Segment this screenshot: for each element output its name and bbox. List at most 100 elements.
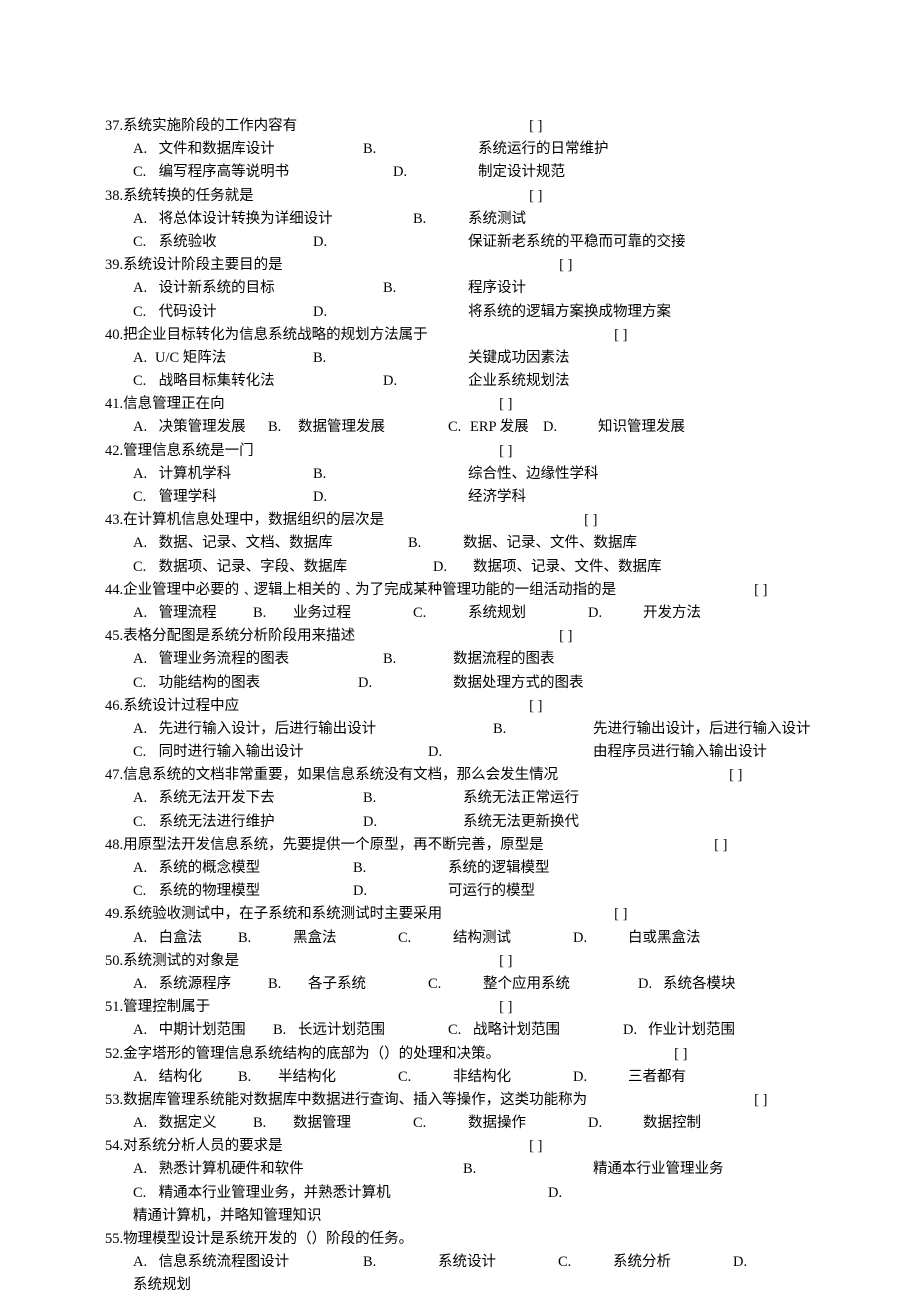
question-stem: 43.在计算机信息处理中，数据组织的层次是[ ] (105, 509, 830, 532)
option-text: 设计新系统的目标 (159, 280, 275, 296)
option: A. 文件和数据库设计 (133, 138, 363, 161)
option: 系统各模块 (663, 973, 736, 996)
option-row: A. 中期计划范围B.长远计划范围C.战略计划范围D.作业计划范围 (133, 1019, 830, 1042)
option-text: 同时进行输入输出设计 (159, 744, 304, 760)
option-text: 系统验收 (159, 234, 217, 250)
question-number: 51. (105, 999, 123, 1015)
question-block: 50.系统测试的对象是[ ]A. 系统源程序B.各子系统C.整个应用系统D.系统… (105, 950, 830, 996)
option-row: A. 数据定义B.数据管理C.数据操作D.数据控制 (133, 1112, 830, 1135)
option-label: C. (413, 1112, 468, 1135)
option-label: B. (268, 973, 308, 996)
option-label: A. (133, 416, 155, 439)
option: 长远计划范围 (298, 1019, 448, 1042)
option-label: A. (133, 1019, 155, 1042)
answer-bracket: [ ] (499, 950, 512, 973)
option-row: C. 代码设计D.将系统的逻辑方案换成物理方案 (133, 301, 830, 324)
option-label: C. (133, 880, 155, 903)
question-text: 信息系统的文档非常重要，如果信息系统没有文档，那么会发生情况 (123, 764, 729, 787)
option-row: A. 系统无法开发下去B.系统无法正常运行 (133, 787, 830, 810)
question-stem: 42.管理信息系统是一门[ ] (105, 440, 830, 463)
option: C.ERP 发展 (448, 416, 543, 439)
option-text: 知识管理发展 (598, 419, 685, 435)
option-label: B. (253, 1112, 293, 1135)
question-number: 54. (105, 1138, 123, 1154)
question-stem: 37.系统实施阶段的工作内容有[ ] (105, 115, 830, 138)
option-row: A. 计算机学科B.综合性、边缘性学科 (133, 463, 830, 486)
answer-bracket: [ ] (529, 115, 542, 138)
option-label: B. (313, 463, 468, 486)
option-text: 系统无法进行维护 (159, 814, 275, 830)
option-text: 熟悉计算机硬件和软件 (159, 1161, 304, 1177)
question-number: 43. (105, 512, 123, 528)
option-label: B. (413, 208, 468, 231)
option-text: 战略计划范围 (473, 1022, 560, 1038)
question-block: 54.对系统分析人员的要求是[ ]A. 熟悉计算机硬件和软件B.精通本行业管理业… (105, 1135, 830, 1228)
option-text: 数据流程的图表 (453, 651, 555, 667)
option-label: B. (408, 532, 463, 555)
question-text: 把企业目标转化为信息系统战略的规划方法属于 (123, 324, 614, 347)
option: C. 战略目标集转化法 (133, 370, 383, 393)
option-label: B. (313, 347, 468, 370)
question-block: 47.信息系统的文档非常重要，如果信息系统没有文档，那么会发生情况[ ]A. 系… (105, 764, 830, 834)
question-text: 系统验收测试中，在子系统和系统测试时主要采用 (123, 903, 614, 926)
option-text: 半结构化 (278, 1069, 336, 1085)
answer-bracket: [ ] (614, 324, 627, 347)
option-text: 系统的逻辑模型 (448, 860, 550, 876)
option-text: 数据管理 (293, 1115, 351, 1131)
option: A. 系统源程序 (133, 973, 268, 996)
question-text: 物理模型设计是系统开发的（）阶段的任务。 (123, 1228, 413, 1251)
option-text: 战略目标集转化法 (159, 373, 275, 389)
question-number: 42. (105, 443, 123, 459)
question-stem: 47.信息系统的文档非常重要，如果信息系统没有文档，那么会发生情况[ ] (105, 764, 830, 787)
option-text: 精通本行业管理业务 (593, 1161, 724, 1177)
option-text: 精通本行业管理业务，并熟悉计算机 (159, 1185, 391, 1201)
option: 关键成功因素法 (468, 347, 570, 370)
option-row: A.U/C 矩阵法B.关键成功因素法 (133, 347, 830, 370)
question-text: 系统转换的任务就是 (123, 185, 529, 208)
option: C. 编写程序高等说明书 (133, 161, 393, 184)
question-text: 信息管理正在向 (123, 393, 499, 416)
option-text: 长远计划范围 (298, 1022, 385, 1038)
option-label: D. (358, 672, 453, 695)
option: C. 系统无法进行维护 (133, 811, 363, 834)
question-stem: 44.企业管理中必要的﹑逻辑上相关的﹑为了完成某种管理功能的一组活动指的是[ ] (105, 579, 830, 602)
option-text: 各子系统 (308, 976, 366, 992)
option: 开发方法 (643, 602, 701, 625)
question-number: 40. (105, 327, 123, 343)
option-row: A. 文件和数据库设计B.系统运行的日常维护 (133, 138, 830, 161)
options-group: A. 系统的概念模型B.系统的逻辑模型C. 系统的物理模型D.可运行的模型 (105, 857, 830, 903)
option-label: C. (398, 927, 453, 950)
option-label: C. (448, 1019, 473, 1042)
option-text: 先进行输出设计，后进行输入设计 (593, 721, 811, 737)
option-text: 企业系统规划法 (468, 373, 570, 389)
question-block: 52.金字塔形的管理信息系统结构的底部为（）的处理和决策。[ ]A. 结构化B.… (105, 1043, 830, 1089)
option: C. 功能结构的图表 (133, 672, 358, 695)
option: 数据、记录、文件、数据库 (463, 532, 637, 555)
option: 数据管理 (293, 1112, 413, 1135)
option-row: A. 决策管理发展B.数据管理发展C.ERP 发展D.知识管理发展 (133, 416, 830, 439)
question-number: 41. (105, 396, 123, 412)
option-label: C. (558, 1251, 613, 1274)
option: A. 管理流程 (133, 602, 253, 625)
option-row: C. 战略目标集转化法D.企业系统规划法 (133, 370, 830, 393)
option-label: C. (413, 602, 468, 625)
option-text: 文件和数据库设计 (159, 141, 275, 157)
question-stem: 38.系统转换的任务就是[ ] (105, 185, 830, 208)
question-block: 40.把企业目标转化为信息系统战略的规划方法属于[ ]A.U/C 矩阵法B.关键… (105, 324, 830, 394)
option-row: C. 系统的物理模型D.可运行的模型 (133, 880, 830, 903)
question-number: 45. (105, 628, 123, 644)
option-text: 三者都有 (628, 1069, 686, 1085)
question-stem: 55.物理模型设计是系统开发的（）阶段的任务。 (105, 1228, 830, 1251)
option-row: C. 精通本行业管理业务，并熟悉计算机D.精通计算机，并略知管理知识 (133, 1182, 830, 1228)
option-text: 系统无法开发下去 (159, 790, 275, 806)
option: C. 代码设计 (133, 301, 313, 324)
option-text: 经济学科 (468, 489, 526, 505)
option: A. 信息系统流程图设计 (133, 1251, 363, 1274)
option: 精通本行业管理业务 (593, 1158, 724, 1181)
option-label: B. (463, 1158, 593, 1181)
option-text: 系统分析 (613, 1254, 671, 1270)
option-text: 整个应用系统 (483, 976, 570, 992)
question-stem: 41.信息管理正在向[ ] (105, 393, 830, 416)
option: A. 熟悉计算机硬件和软件 (133, 1158, 463, 1181)
option-label: A. (133, 463, 155, 486)
